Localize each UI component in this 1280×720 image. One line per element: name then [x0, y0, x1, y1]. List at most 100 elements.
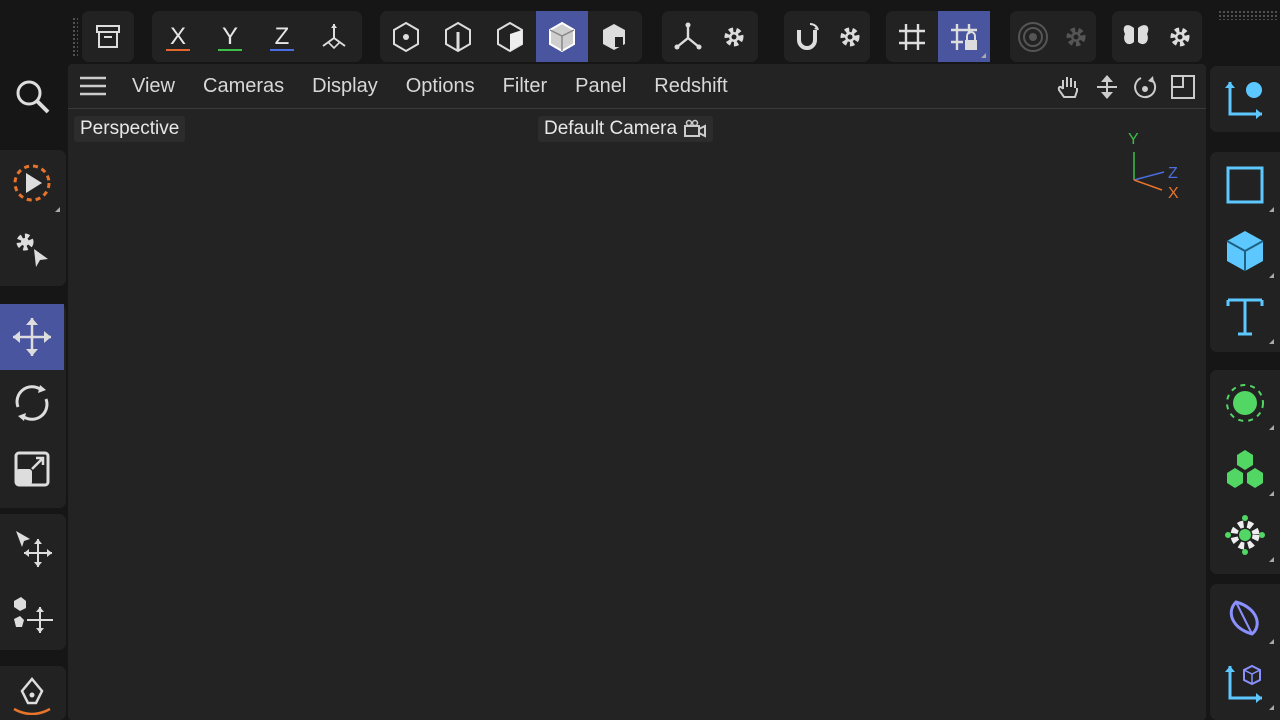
submenu-indicator [1269, 705, 1274, 710]
submenu-indicator [981, 53, 986, 58]
symmetry-settings-button[interactable] [1160, 11, 1200, 62]
soft-selection-button[interactable] [1010, 11, 1057, 62]
spline-primitive-button[interactable] [1210, 152, 1280, 218]
toolbar-grip[interactable] [1218, 10, 1278, 20]
rotate-icon [15, 385, 49, 421]
dynamic-place-button[interactable] [0, 580, 64, 646]
pan-view-button[interactable] [1054, 72, 1084, 102]
null-object-button[interactable] [1210, 66, 1280, 132]
menu-display[interactable]: Display [298, 64, 392, 109]
deformer-button[interactable] [1210, 584, 1280, 650]
dynamic-place-icon [14, 597, 53, 633]
viewport-panel: View Cameras Display Options Filter Pane… [68, 64, 1206, 720]
projection-label[interactable]: Perspective [74, 116, 186, 142]
axis-mode-button[interactable] [662, 11, 714, 62]
workplane-button[interactable] [886, 11, 938, 62]
place-tool-button[interactable] [0, 514, 64, 580]
toolbar-group-transform [0, 304, 66, 508]
gear-icon [1066, 27, 1086, 46]
orbit-view-button[interactable] [1130, 72, 1160, 102]
orbit-icon [1134, 76, 1157, 99]
maximize-icon [1171, 75, 1195, 99]
viewport-canvas[interactable]: Perspective Default Camera Y Z X [70, 110, 1204, 720]
axis-y-underline [218, 49, 242, 51]
submenu-indicator [1269, 339, 1274, 344]
maximize-view-button[interactable] [1168, 72, 1198, 102]
menu-view[interactable]: View [118, 64, 189, 109]
axis-y-button[interactable]: Y [204, 11, 256, 62]
mograph-effector-button[interactable] [1210, 502, 1280, 568]
pen-tool-button[interactable] [0, 666, 64, 720]
search-button[interactable] [0, 64, 64, 130]
archive-icon [96, 24, 120, 48]
viewport-navigation [1054, 72, 1198, 102]
uv-mode-button[interactable] [588, 11, 640, 62]
rectangle-spline-icon [1226, 166, 1264, 204]
rotate-tool-button[interactable] [0, 370, 64, 436]
polygons-mode-button[interactable] [484, 11, 536, 62]
axis-z-button[interactable]: Z [256, 11, 308, 62]
polygons-mode-icon [497, 21, 523, 52]
axis-gizmo-lines: Y Z X [1128, 131, 1179, 202]
snap-settings-button[interactable] [831, 11, 870, 62]
coordinate-system-button[interactable] [308, 11, 360, 62]
pen-icon [13, 677, 51, 715]
cloner-button[interactable] [1210, 436, 1280, 502]
hand-icon [1057, 77, 1078, 98]
gizmo-y-label: Y [1128, 131, 1139, 148]
undo-history-button[interactable] [82, 11, 134, 62]
axis-mode-icon [674, 22, 702, 49]
top-toolbar: X Y Z [0, 0, 1280, 64]
axis-gizmo: Y Z X [1124, 120, 1204, 202]
menu-filter[interactable]: Filter [489, 64, 561, 109]
soft-selection-settings-button[interactable] [1057, 11, 1096, 62]
menu-cameras[interactable]: Cameras [189, 64, 298, 109]
axis-settings-button[interactable] [714, 11, 754, 62]
axis-x-label: X [169, 22, 186, 50]
menu-panel[interactable]: Panel [561, 64, 640, 109]
cinema4d-window: X Y Z View Cameras Display Options Filte… [0, 0, 1280, 720]
tweak-tool-button[interactable] [0, 216, 64, 282]
edges-mode-button[interactable] [432, 11, 484, 62]
live-selection-icon [13, 164, 51, 202]
submenu-indicator [1269, 491, 1274, 496]
camera-label: Default Camera [544, 118, 678, 139]
right-toolbar [1206, 64, 1280, 720]
menu-redshift[interactable]: Redshift [640, 64, 741, 109]
lock-workplane-button[interactable] [938, 11, 990, 62]
submenu-indicator [1269, 273, 1274, 278]
move-icon [13, 318, 51, 356]
viewport-menu-button[interactable] [68, 64, 118, 109]
cube-primitive-button[interactable] [1210, 218, 1280, 284]
menu-options[interactable]: Options [392, 64, 489, 109]
text-object-button[interactable] [1210, 284, 1280, 350]
gizmo-x-label: X [1168, 185, 1179, 200]
symmetry-button[interactable] [1112, 11, 1160, 62]
submenu-indicator [1269, 207, 1274, 212]
live-selection-button[interactable] [0, 150, 64, 216]
scene-object-icon [1225, 664, 1262, 703]
toolbar-group-selection [0, 150, 66, 286]
coordinate-system-icon [322, 23, 346, 49]
grid-icon [899, 23, 925, 50]
model-mode-button[interactable] [536, 11, 588, 62]
toolbar-group-deformers [1210, 584, 1280, 720]
place-icon [16, 531, 52, 567]
zoom-view-button[interactable] [1092, 72, 1122, 102]
snap-button[interactable] [784, 11, 831, 62]
toolbar-grip[interactable] [72, 17, 78, 57]
magnet-icon [797, 22, 820, 50]
hamburger-icon [80, 76, 106, 96]
uv-mode-icon [603, 23, 625, 50]
text-icon [1226, 298, 1264, 336]
generator-button[interactable] [1210, 370, 1280, 436]
points-mode-button[interactable] [380, 11, 432, 62]
grid-lock-icon [951, 23, 977, 50]
scale-tool-button[interactable] [0, 436, 64, 502]
toolbar-group-null [1210, 66, 1280, 132]
submenu-indicator [1269, 639, 1274, 644]
camera-label-box[interactable]: Default Camera [538, 116, 714, 142]
move-tool-button[interactable] [0, 304, 64, 370]
axis-x-button[interactable]: X [152, 11, 204, 62]
field-button[interactable] [1210, 650, 1280, 716]
